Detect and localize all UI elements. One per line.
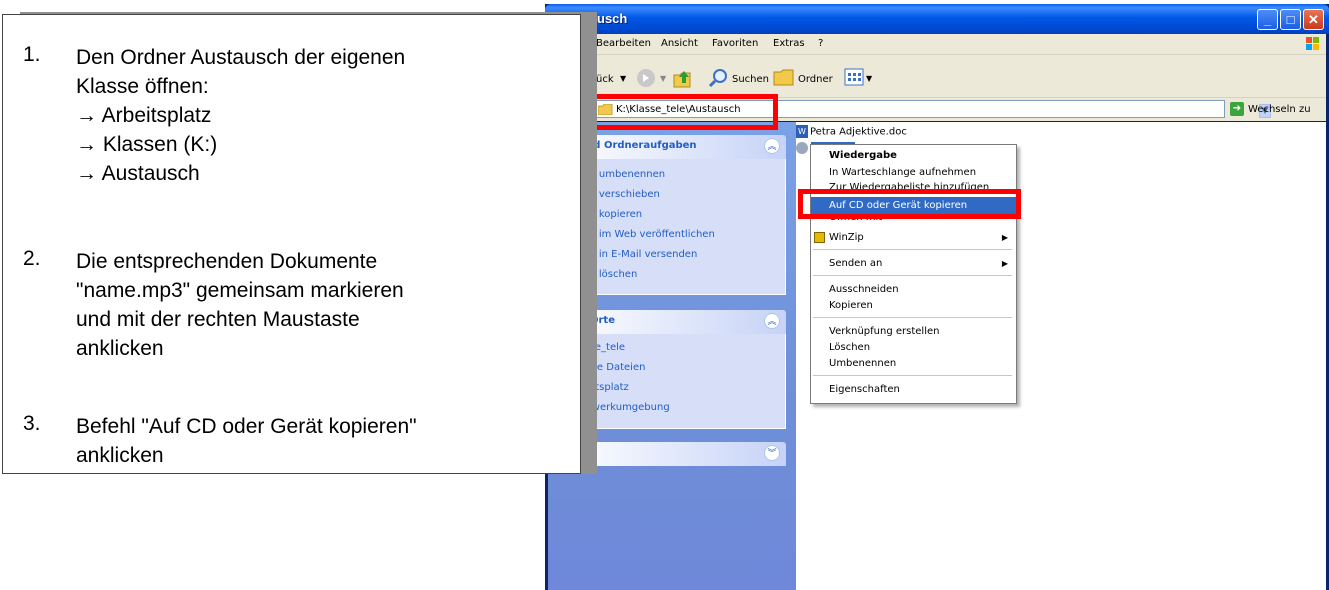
back-button[interactable]: ück — [596, 74, 614, 85]
step-text: Befehl "Auf CD oder Gerät kopieren" ankl… — [76, 412, 546, 470]
menu-item-wiedergabe[interactable]: Wiedergabe — [811, 147, 1016, 164]
menu-item-ausschneiden[interactable]: Ausschneiden — [811, 281, 1016, 298]
file-name: Petra Adjektive.doc — [810, 126, 907, 138]
step-line: → Arbeitsplatz — [76, 104, 212, 127]
menu-item-kopieren[interactable]: Kopieren — [811, 297, 1016, 314]
view-grid-icon[interactable] — [844, 67, 864, 87]
instruction-card: 1. Den Ordner Austausch der eigenen Klas… — [2, 14, 581, 474]
maximize-button[interactable]: □ — [1280, 9, 1301, 30]
submenu-arrow-icon: ▶ — [1001, 233, 1008, 242]
folder-up-icon[interactable] — [672, 67, 692, 89]
step-line: anklicken — [76, 337, 164, 360]
step-text: Den Ordner Austausch der eigenen Klasse … — [76, 43, 546, 188]
step-line: Klasse öffnen: — [76, 75, 209, 98]
audio-file-icon — [796, 142, 808, 154]
context-menu: Wiedergabe In Warteschlange aufnehmen Zu… — [810, 144, 1017, 404]
minimize-button[interactable]: _ — [1257, 9, 1278, 30]
step-line: und mit der rechten Maustaste — [76, 308, 360, 331]
menu-item-label: WinZip — [829, 232, 864, 243]
menu-item-label: Senden an — [829, 258, 883, 269]
menu-extras[interactable]: Extras — [773, 38, 805, 49]
submenu-arrow-icon: ▶ — [1001, 259, 1008, 268]
title-bar[interactable]: usch _ □ ✕ — [545, 4, 1329, 34]
menu-separator — [813, 317, 1012, 318]
step-line: Den Ordner Austausch der eigenen — [76, 46, 406, 69]
search-button[interactable]: Suchen — [732, 74, 769, 85]
search-icon[interactable] — [708, 67, 730, 89]
menu-item-loeschen[interactable]: Löschen — [811, 339, 1016, 356]
address-highlight-box — [590, 94, 778, 130]
menu-item-verknuepfung[interactable]: Verknüpfung erstellen — [811, 323, 1016, 340]
back-dropdown-icon[interactable]: ▼ — [620, 74, 626, 83]
menu-separator — [813, 275, 1012, 276]
menu-favoriten[interactable]: Favoriten — [712, 38, 758, 49]
menu-bar: Bearbeiten Ansicht Favoriten Extras ? — [548, 34, 1326, 55]
view-dropdown-icon[interactable]: ▼ — [866, 74, 872, 83]
word-doc-icon: W — [796, 125, 808, 138]
collapse-chevron-icon[interactable]: ︽ — [764, 313, 780, 329]
go-arrow-icon[interactable]: ➔ — [1230, 102, 1244, 116]
menu-item-umbenennen[interactable]: Umbenennen — [811, 355, 1016, 372]
menu-item-senden-an[interactable]: Senden an ▶ — [811, 255, 1016, 272]
menu-bearbeiten[interactable]: Bearbeiten — [596, 38, 651, 49]
go-button[interactable]: Wechseln zu — [1248, 104, 1311, 115]
toolbar: ück ▼ ▼ Suchen Ordner ▼ — [548, 55, 1326, 98]
windows-logo-icon — [1306, 37, 1319, 50]
step-number: 3. — [23, 412, 41, 435]
menu-item-winzip[interactable]: WinZip ▶ — [811, 229, 1016, 246]
step-text: Die entsprechenden Dokumente "name.mp3" … — [76, 247, 546, 363]
folders-icon[interactable] — [773, 67, 795, 87]
step-line: anklicken — [76, 444, 164, 467]
expand-chevron-icon[interactable]: ︾ — [764, 445, 780, 461]
menu-highlight-box — [798, 189, 1021, 219]
step-number: 2. — [23, 247, 41, 270]
menu-help[interactable]: ? — [818, 38, 823, 49]
step-line: "name.mp3" gemeinsam markieren — [76, 279, 404, 302]
folders-button[interactable]: Ordner — [798, 74, 833, 85]
menu-ansicht[interactable]: Ansicht — [661, 38, 698, 49]
step-line: → Klassen (K:) — [76, 133, 218, 156]
list-item[interactable]: W Petra Adjektive.doc — [796, 125, 907, 138]
step-line: Befehl "Auf CD oder Gerät kopieren" — [76, 415, 417, 438]
step-line: → Austausch — [76, 162, 200, 185]
menu-item-eigenschaften[interactable]: Eigenschaften — [811, 381, 1016, 398]
step-number: 1. — [23, 43, 41, 66]
step-line: Die entsprechenden Dokumente — [76, 250, 378, 273]
forward-dropdown-icon[interactable]: ▼ — [660, 74, 666, 83]
collapse-chevron-icon[interactable]: ︽ — [764, 138, 780, 154]
winzip-icon — [814, 232, 825, 243]
menu-separator — [813, 375, 1012, 376]
close-button[interactable]: ✕ — [1303, 9, 1324, 30]
window-title: usch — [597, 11, 628, 26]
forward-arrow-icon[interactable] — [636, 68, 656, 88]
menu-separator — [813, 249, 1012, 250]
